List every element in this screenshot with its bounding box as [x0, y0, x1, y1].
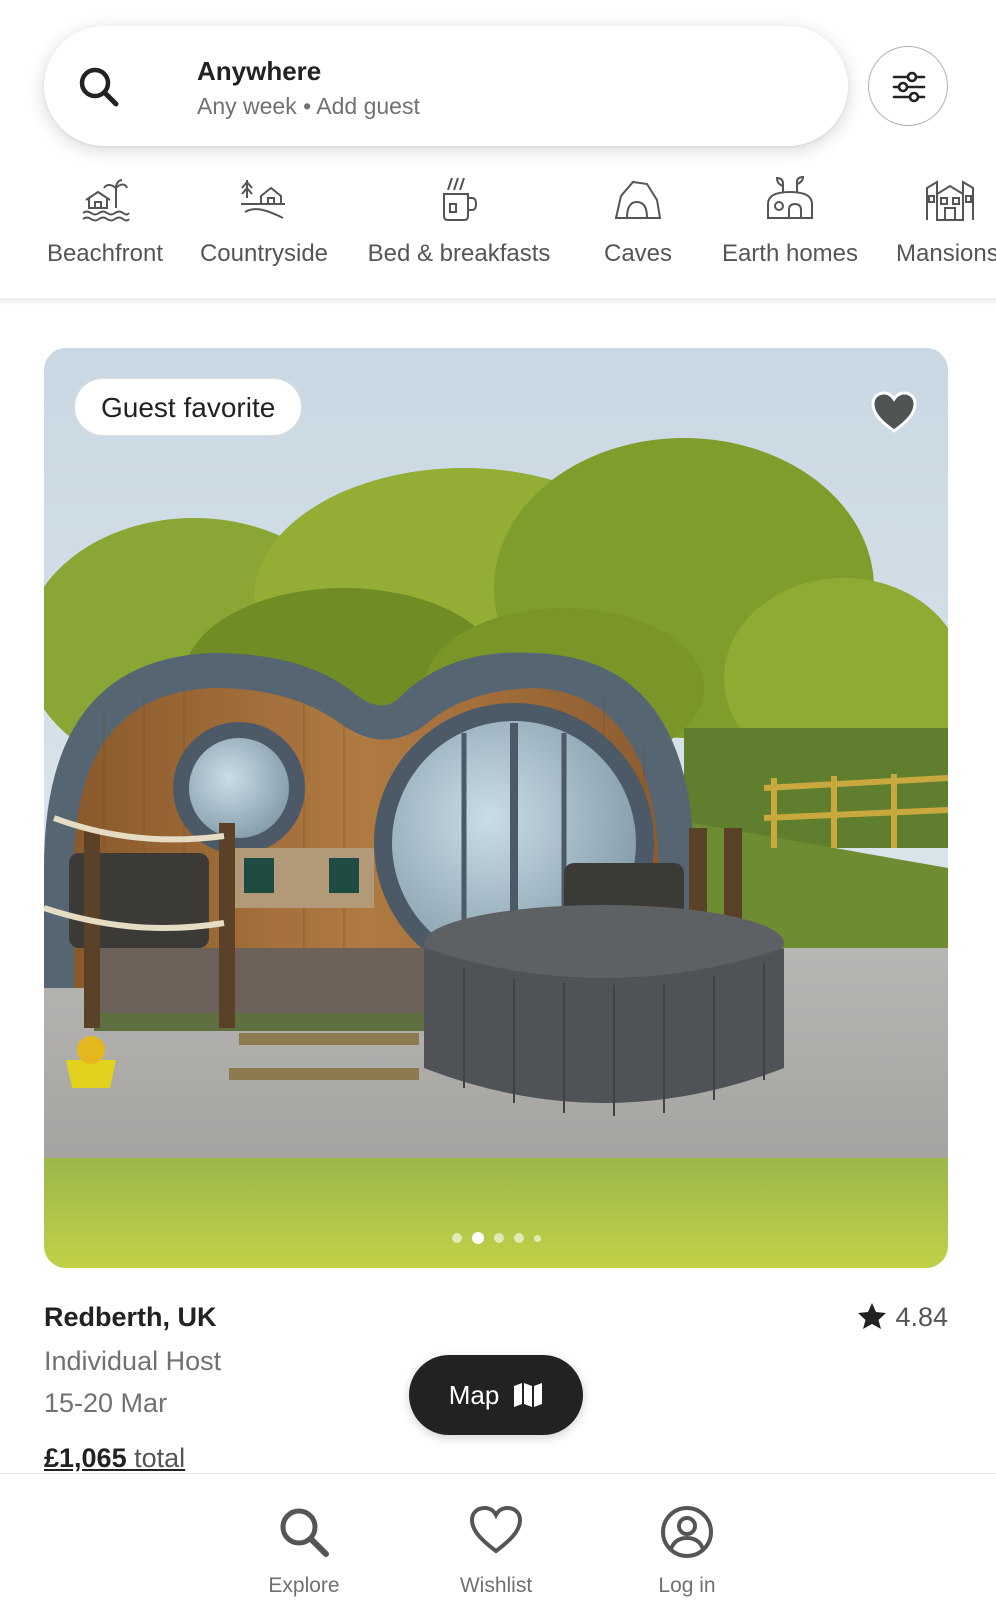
coffee-mug-icon — [443, 177, 478, 221]
tab-label: Explore — [268, 1574, 340, 1597]
heart-icon — [469, 1505, 523, 1554]
category-countryside[interactable]: Countryside — [196, 160, 332, 280]
tab-label: Log in — [658, 1574, 716, 1597]
filter-button[interactable] — [868, 46, 948, 126]
listing-location[interactable]: Redberth, UK — [44, 1302, 217, 1333]
pagination-dot — [493, 1233, 504, 1243]
photo-pagination — [44, 1232, 948, 1244]
beach-house-icon — [82, 179, 130, 222]
sliders-icon — [892, 71, 926, 103]
search-icon — [79, 67, 119, 107]
tab-explore[interactable]: Explore — [244, 1474, 364, 1597]
category-caves[interactable]: Caves — [598, 160, 678, 280]
category-label: Bed & breakfasts — [367, 240, 551, 267]
search-details: Any week • Add guest — [197, 93, 420, 119]
category-earth-homes[interactable]: Earth homes — [716, 160, 864, 280]
heart-icon[interactable] — [870, 390, 918, 434]
search-icon — [280, 1508, 329, 1557]
search-bar[interactable]: Anywhere Any week • Add guest — [44, 26, 848, 146]
listing-price[interactable]: £1,065 total — [44, 1443, 185, 1474]
category-bed-breakfasts[interactable]: Bed & breakfasts — [362, 160, 556, 280]
listing-rating: 4.84 — [857, 1302, 948, 1333]
mansion-icon — [926, 180, 974, 221]
map-icon — [514, 1383, 543, 1407]
listing-host: Individual Host — [44, 1346, 222, 1376]
pagination-dot — [451, 1233, 462, 1243]
category-bar: Beachfront Countryside Bed & breakfasts — [0, 160, 996, 300]
map-button-label: Map — [448, 1379, 500, 1410]
category-beachfront[interactable]: Beachfront — [44, 160, 166, 280]
guest-favorite-badge: Guest favorite — [74, 378, 303, 436]
category-label: Caves — [603, 240, 673, 267]
category-label: Mansions — [896, 240, 996, 267]
category-label: Beachfront — [46, 240, 164, 267]
listing-dates: 15-20 Mar — [44, 1388, 168, 1418]
pagination-dot-active — [471, 1232, 484, 1244]
pagination-dot — [513, 1233, 524, 1243]
pagination-dot — [533, 1234, 541, 1242]
tab-login[interactable]: Log in — [627, 1474, 747, 1597]
price-suffix: total — [134, 1443, 186, 1473]
category-label: Countryside — [199, 240, 329, 267]
cave-icon — [614, 180, 662, 219]
map-button[interactable]: Map — [409, 1355, 583, 1435]
star-icon — [858, 1303, 887, 1329]
countryside-icon — [241, 180, 285, 219]
category-mansions[interactable]: Mansions — [894, 160, 996, 280]
search-location: Anywhere — [197, 56, 322, 86]
price-amount: £1,065 — [44, 1443, 127, 1473]
tab-wishlist[interactable]: Wishlist — [436, 1474, 556, 1597]
rating-value: 4.84 — [895, 1302, 948, 1332]
earth-home-icon — [767, 175, 813, 219]
tab-label: Wishlist — [459, 1574, 533, 1597]
category-label: Earth homes — [721, 240, 859, 267]
listing-photo[interactable]: Guest favorite — [44, 348, 948, 1268]
bottom-tab-bar: Explore Wishlist Log in — [0, 1473, 996, 1610]
user-circle-icon — [661, 1506, 713, 1558]
listing-image — [44, 348, 948, 1268]
category-divider — [0, 298, 996, 306]
